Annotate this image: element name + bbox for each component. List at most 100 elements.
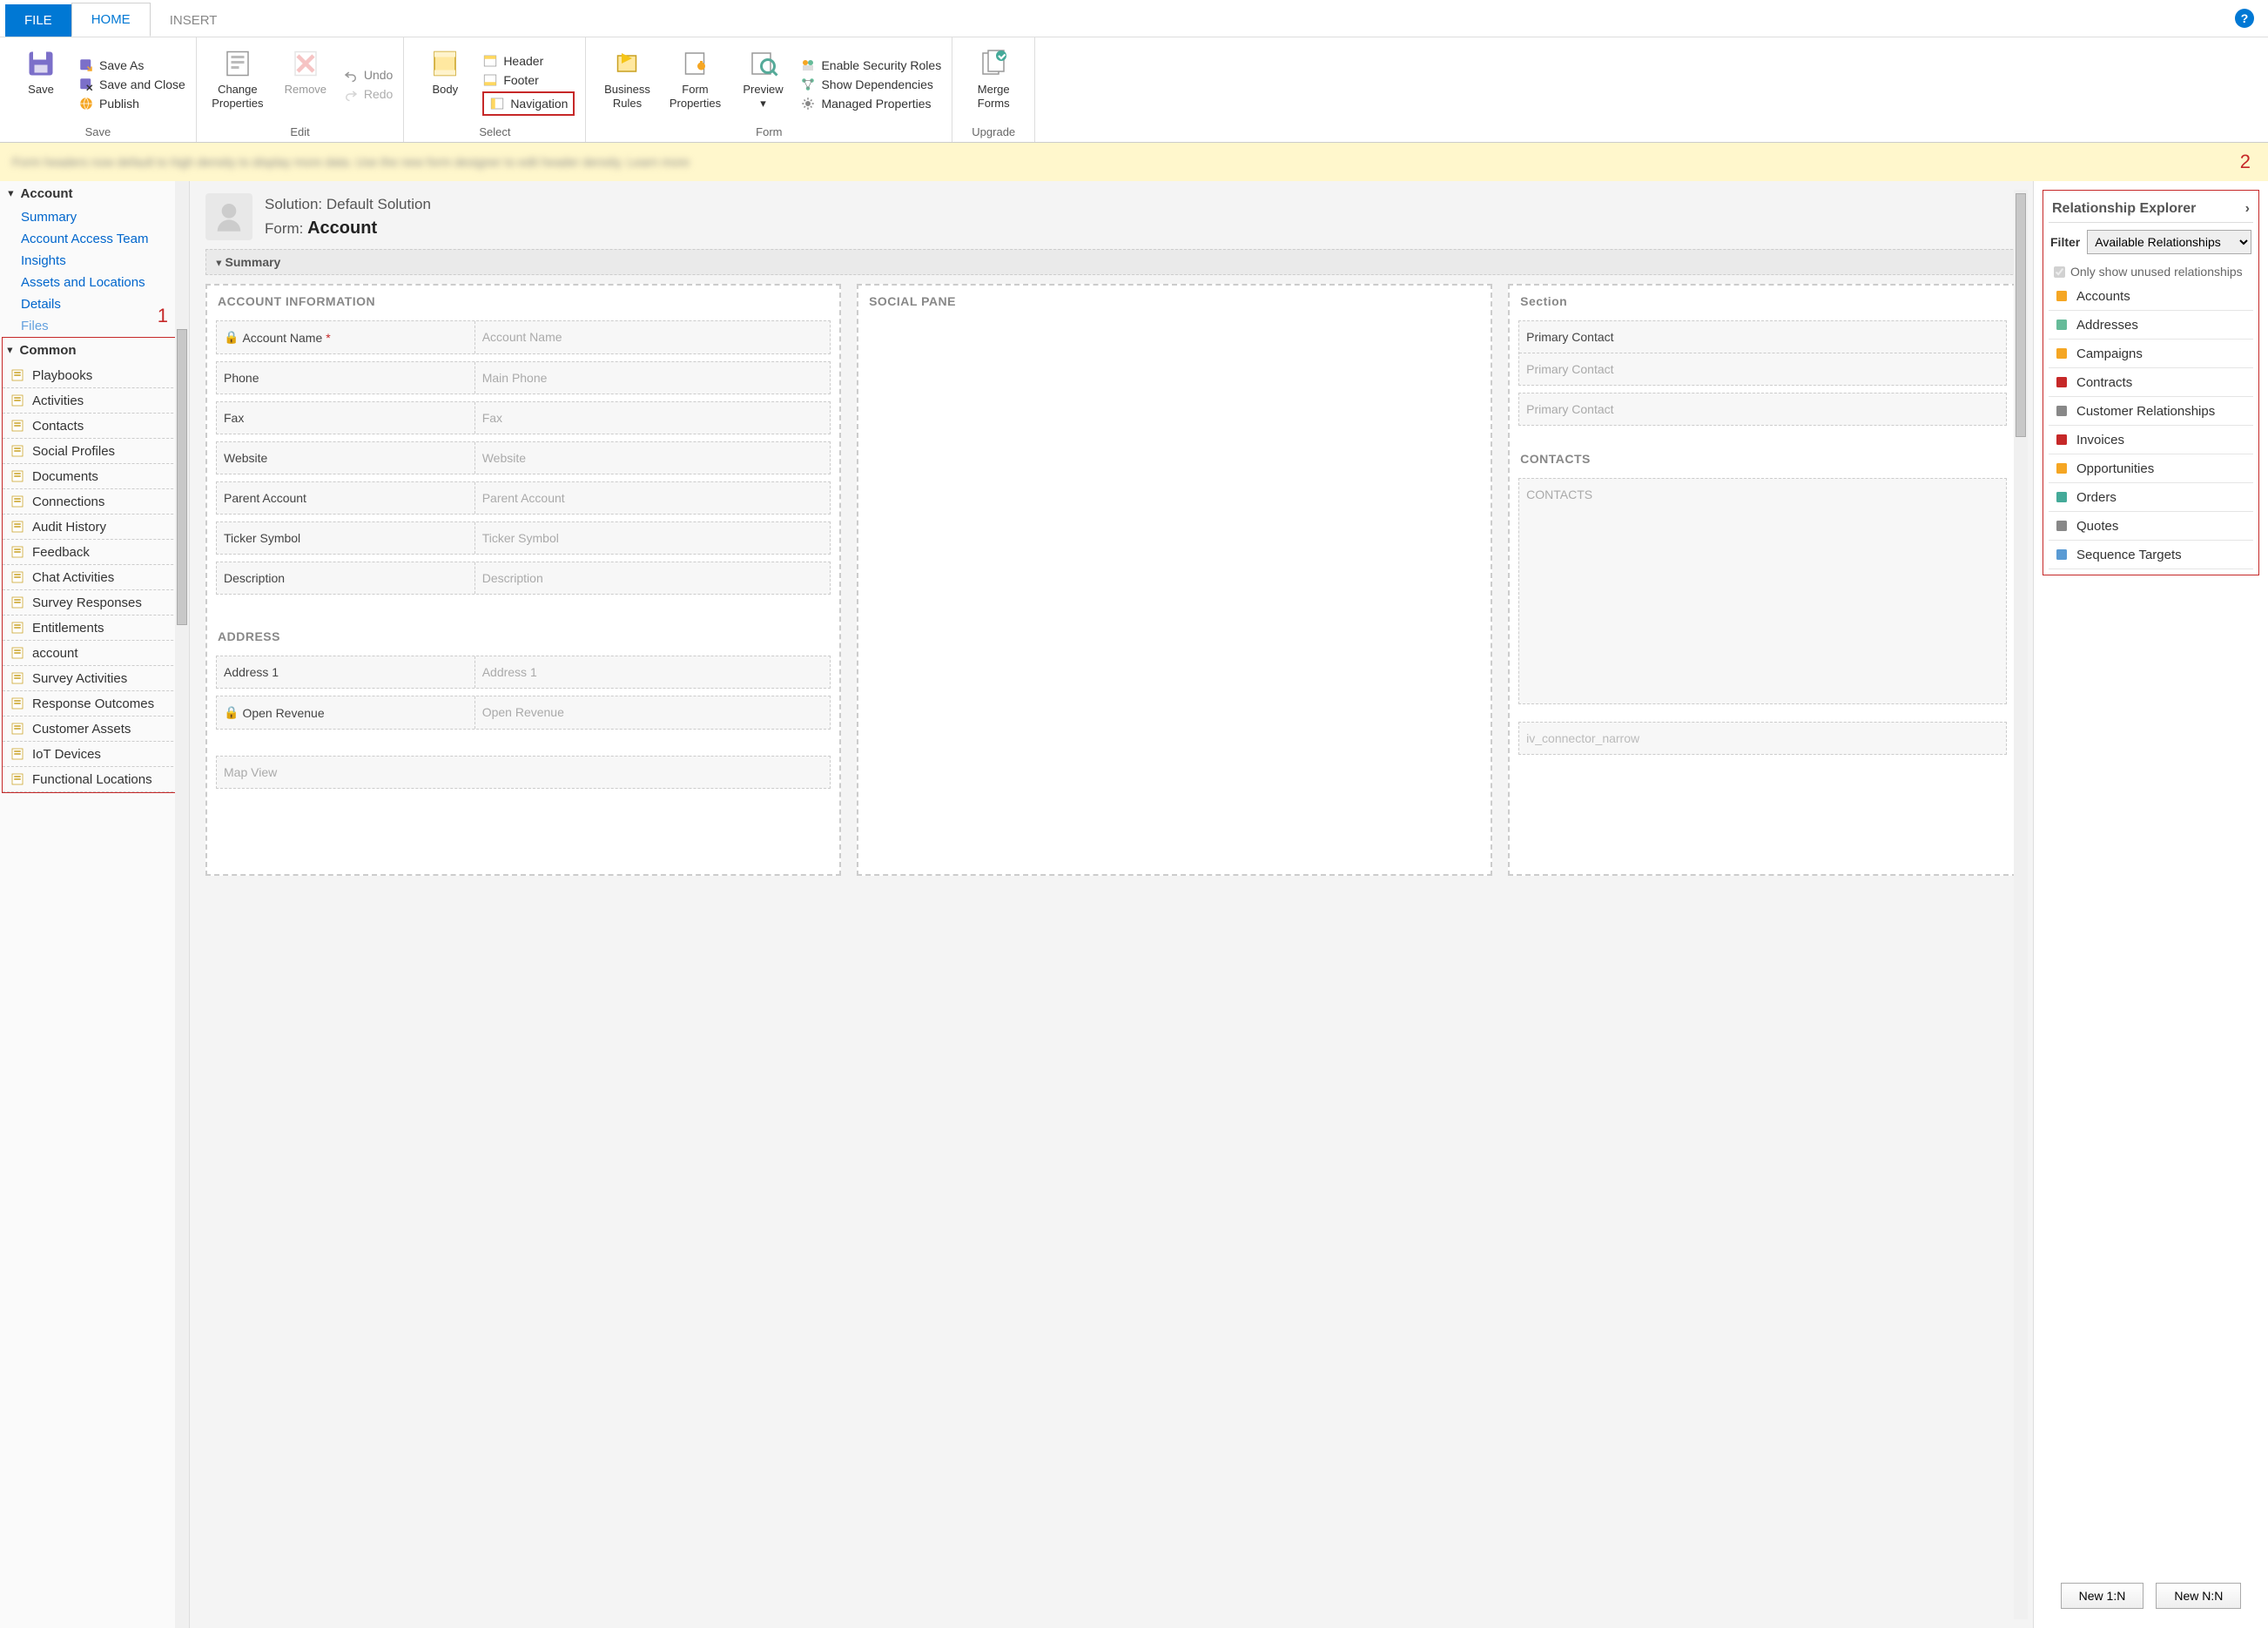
preview-button[interactable]: Preview▾: [732, 44, 793, 124]
group-select-label: Select: [414, 124, 575, 138]
unused-label: Only show unused relationships: [2070, 265, 2243, 279]
relationship-item[interactable]: Accounts: [2049, 282, 2253, 311]
relationship-item[interactable]: Campaigns: [2049, 340, 2253, 368]
section-generic: Section: [1510, 286, 2016, 313]
new-1n-button[interactable]: New 1:N: [2061, 1583, 2144, 1609]
managed-props-button[interactable]: Managed Properties: [800, 96, 941, 111]
map-view-section[interactable]: Map View: [216, 756, 831, 789]
section-address: ADDRESS: [207, 621, 839, 649]
tree-item[interactable]: Summary: [0, 206, 189, 228]
footer-button[interactable]: Footer: [482, 72, 575, 88]
tab-strip: FILE HOME INSERT ?: [0, 0, 2268, 37]
column-2[interactable]: SOCIAL PANE: [857, 284, 1492, 876]
summary-tab[interactable]: Summary: [205, 249, 2017, 275]
help-icon[interactable]: ?: [2235, 9, 2254, 28]
common-item[interactable]: Contacts: [3, 414, 186, 439]
common-item[interactable]: IoT Devices: [3, 742, 186, 767]
common-item[interactable]: Activities: [3, 388, 186, 414]
form-properties-button[interactable]: Form Properties: [664, 44, 725, 124]
tree-item[interactable]: Assets and Locations: [0, 272, 189, 293]
form-field[interactable]: Address 1Address 1: [216, 656, 831, 689]
common-item[interactable]: Survey Responses: [3, 590, 186, 616]
publish-icon: [78, 96, 94, 111]
save-close-button[interactable]: Save and Close: [78, 77, 185, 92]
tree-item[interactable]: Insights: [0, 250, 189, 272]
remove-button[interactable]: Remove: [275, 44, 336, 124]
common-item[interactable]: Survey Activities: [3, 666, 186, 691]
form-field[interactable]: FaxFax: [216, 401, 831, 434]
change-properties-button[interactable]: Change Properties: [207, 44, 268, 124]
section-contacts: CONTACTS: [1510, 443, 2016, 471]
group-edit-label: Edit: [207, 124, 393, 138]
common-item[interactable]: Response Outcomes: [3, 691, 186, 716]
common-item[interactable]: account: [3, 641, 186, 666]
form-field[interactable]: Ticker SymbolTicker Symbol: [216, 521, 831, 555]
common-item[interactable]: Feedback: [3, 540, 186, 565]
unused-checkbox[interactable]: [2054, 266, 2065, 278]
common-section: Common PlaybooksActivitiesContactsSocial…: [2, 337, 187, 793]
gear-icon: [800, 96, 816, 111]
enable-security-button[interactable]: Enable Security Roles: [800, 57, 941, 73]
filter-select[interactable]: Available Relationships: [2087, 230, 2251, 254]
form-field[interactable]: Parent AccountParent Account: [216, 481, 831, 515]
common-item[interactable]: Documents: [3, 464, 186, 489]
form-field[interactable]: 🔒Account Name *Account Name: [216, 320, 831, 354]
relationship-item[interactable]: Opportunities: [2049, 454, 2253, 483]
navigation-button[interactable]: Navigation: [482, 91, 575, 116]
common-item[interactable]: Playbooks: [3, 363, 186, 388]
redo-button[interactable]: Redo: [343, 86, 393, 102]
deps-icon: [800, 77, 816, 92]
group-upgrade-label: Upgrade: [963, 124, 1024, 138]
tab-home[interactable]: HOME: [71, 3, 151, 37]
common-item[interactable]: Chat Activities: [3, 565, 186, 590]
tree-item[interactable]: Account Access Team: [0, 228, 189, 250]
ribbon: Save Save As Save and Close Publish Save…: [0, 37, 2268, 143]
form-title: Form: Account: [265, 219, 431, 239]
tab-insert[interactable]: INSERT: [151, 4, 237, 37]
left-scrollbar[interactable]: [175, 181, 189, 1628]
relationship-item[interactable]: Addresses: [2049, 311, 2253, 340]
form-field[interactable]: 🔒Open RevenueOpen Revenue: [216, 696, 831, 730]
iv-connector[interactable]: iv_connector_narrow: [1518, 722, 2007, 755]
group-form-label: Form: [596, 124, 941, 138]
business-rules-button[interactable]: Business Rules: [596, 44, 657, 124]
show-deps-button[interactable]: Show Dependencies: [800, 77, 941, 92]
header-button[interactable]: Header: [482, 53, 575, 69]
relationship-item[interactable]: Customer Relationships: [2049, 397, 2253, 426]
field-primary-contact-2[interactable]: Primary Contact: [1518, 393, 2007, 426]
rel-explorer-header[interactable]: Relationship Explorer ›: [2049, 196, 2253, 223]
relationship-item[interactable]: Contracts: [2049, 368, 2253, 397]
tree-account-header[interactable]: Account: [0, 181, 189, 206]
form-field[interactable]: DescriptionDescription: [216, 562, 831, 595]
contacts-grid[interactable]: CONTACTS: [1518, 478, 2007, 704]
body-icon: [429, 48, 461, 79]
save-as-button[interactable]: Save As: [78, 57, 185, 73]
merge-forms-button[interactable]: Merge Forms: [963, 44, 1024, 124]
common-item[interactable]: Customer Assets: [3, 716, 186, 742]
relationship-explorer: Relationship Explorer › Filter Available…: [2033, 181, 2268, 1628]
save-button[interactable]: Save: [10, 44, 71, 124]
relationship-item[interactable]: Sequence Targets: [2049, 541, 2253, 569]
form-field[interactable]: PhoneMain Phone: [216, 361, 831, 394]
common-item[interactable]: Functional Locations: [3, 767, 186, 792]
common-item[interactable]: Social Profiles: [3, 439, 186, 464]
common-item[interactable]: Connections: [3, 489, 186, 515]
center-scrollbar[interactable]: [2014, 190, 2028, 1619]
tab-file[interactable]: FILE: [5, 4, 71, 37]
undo-button[interactable]: Undo: [343, 67, 393, 83]
new-nn-button[interactable]: New N:N: [2156, 1583, 2241, 1609]
field-primary-contact[interactable]: Primary Contact Primary Contact: [1518, 320, 2007, 386]
body-button[interactable]: Body: [414, 44, 475, 124]
relationship-item[interactable]: Invoices: [2049, 426, 2253, 454]
publish-button[interactable]: Publish: [78, 96, 185, 111]
annotation-2: 2: [2240, 151, 2251, 173]
column-1[interactable]: ACCOUNT INFORMATION 🔒Account Name *Accou…: [205, 284, 841, 876]
column-3[interactable]: Section Primary Contact Primary Contact …: [1508, 284, 2017, 876]
form-field[interactable]: WebsiteWebsite: [216, 441, 831, 474]
common-item[interactable]: Audit History: [3, 515, 186, 540]
relationship-item[interactable]: Quotes: [2049, 512, 2253, 541]
annotation-1: 1: [158, 305, 168, 327]
common-header[interactable]: Common: [3, 338, 186, 363]
relationship-item[interactable]: Orders: [2049, 483, 2253, 512]
common-item[interactable]: Entitlements: [3, 616, 186, 641]
